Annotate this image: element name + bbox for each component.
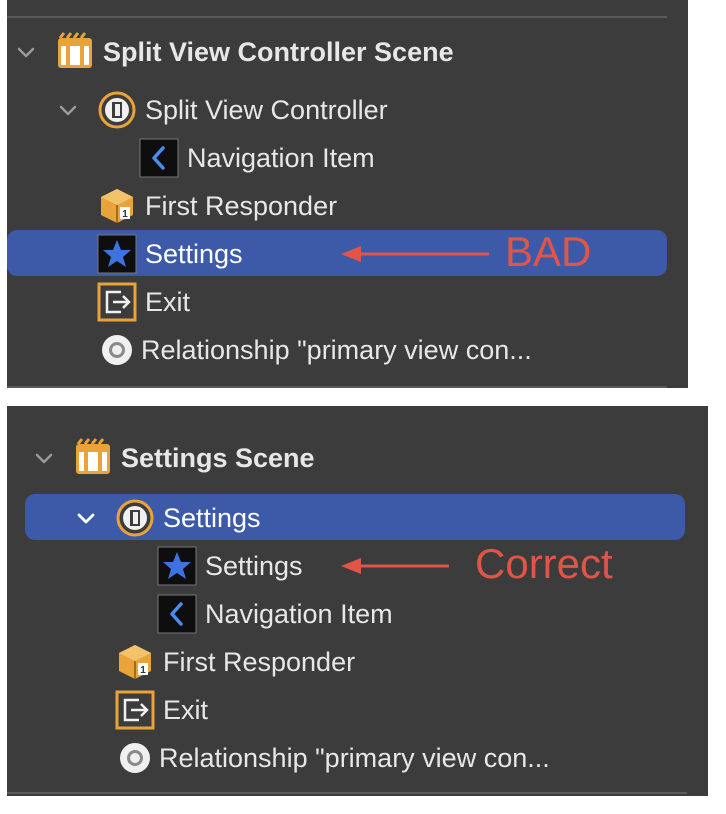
view-controller-icon	[97, 90, 137, 130]
first-responder-icon: 1	[97, 186, 137, 226]
svg-text:1: 1	[140, 665, 146, 676]
navigation-item-label: Navigation Item	[205, 598, 393, 629]
exit-row[interactable]: Exit	[7, 686, 687, 734]
navigation-item-row[interactable]: Navigation Item	[7, 134, 667, 182]
navigation-item-icon	[157, 594, 197, 634]
first-responder-row[interactable]: 1 First Responder	[7, 182, 667, 230]
settings-label: Settings	[145, 238, 243, 269]
controller-row[interactable]: Split View Controller	[7, 86, 667, 134]
star-icon	[157, 546, 197, 586]
chevron-down-icon[interactable]	[33, 447, 55, 469]
navigation-item-row[interactable]: Navigation Item	[7, 590, 687, 638]
controller-label: Settings	[163, 502, 261, 533]
scene-icon	[55, 32, 95, 72]
first-responder-label: First Responder	[145, 190, 338, 221]
annotation-arrow	[341, 246, 489, 262]
view-controller-icon	[115, 498, 155, 538]
scene-title: Split View Controller Scene	[103, 36, 454, 67]
chevron-down-icon[interactable]	[57, 99, 79, 121]
scene-row[interactable]: Settings Scene	[7, 434, 687, 482]
relationship-label: Relationship "primary view con...	[159, 742, 550, 773]
svg-text:1: 1	[122, 209, 128, 220]
scene-row[interactable]: Split View Controller Scene	[7, 28, 667, 76]
chevron-down-icon[interactable]	[15, 41, 37, 63]
star-icon	[97, 234, 137, 274]
scene-icon	[73, 438, 113, 478]
navigation-item-label: Navigation Item	[187, 142, 375, 173]
navigation-item-icon	[139, 138, 179, 178]
settings-label: Settings	[205, 550, 303, 581]
relationship-row[interactable]: Relationship "primary view con...	[7, 326, 667, 374]
controller-label: Split View Controller	[145, 94, 388, 125]
exit-icon	[115, 690, 155, 730]
exit-label: Exit	[163, 694, 209, 725]
annotation-bad: BAD	[505, 228, 592, 275]
exit-label: Exit	[145, 286, 191, 317]
relationship-icon	[97, 330, 137, 370]
annotation-correct: Correct	[475, 540, 613, 587]
controller-row-selected[interactable]: Settings	[7, 494, 687, 542]
scene-title: Settings Scene	[121, 442, 315, 473]
top-divider	[7, 16, 667, 18]
relationship-icon	[115, 738, 155, 778]
exit-icon	[97, 282, 137, 322]
bottom-divider	[7, 386, 667, 388]
annotation-arrow	[341, 558, 449, 574]
relationship-label: Relationship "primary view con...	[141, 334, 532, 365]
outline-panel-correct: Settings Scene Settings Settings Navigat…	[7, 406, 708, 796]
bottom-divider	[7, 792, 687, 794]
first-responder-label: First Responder	[163, 646, 356, 677]
first-responder-icon: 1	[115, 642, 155, 682]
outline-panel-bad: Split View Controller Scene Split View C…	[7, 0, 688, 388]
relationship-row[interactable]: Relationship "primary view con...	[7, 734, 687, 782]
first-responder-row[interactable]: 1 First Responder	[7, 638, 687, 686]
exit-row[interactable]: Exit	[7, 278, 667, 326]
chevron-down-icon[interactable]	[75, 507, 97, 529]
